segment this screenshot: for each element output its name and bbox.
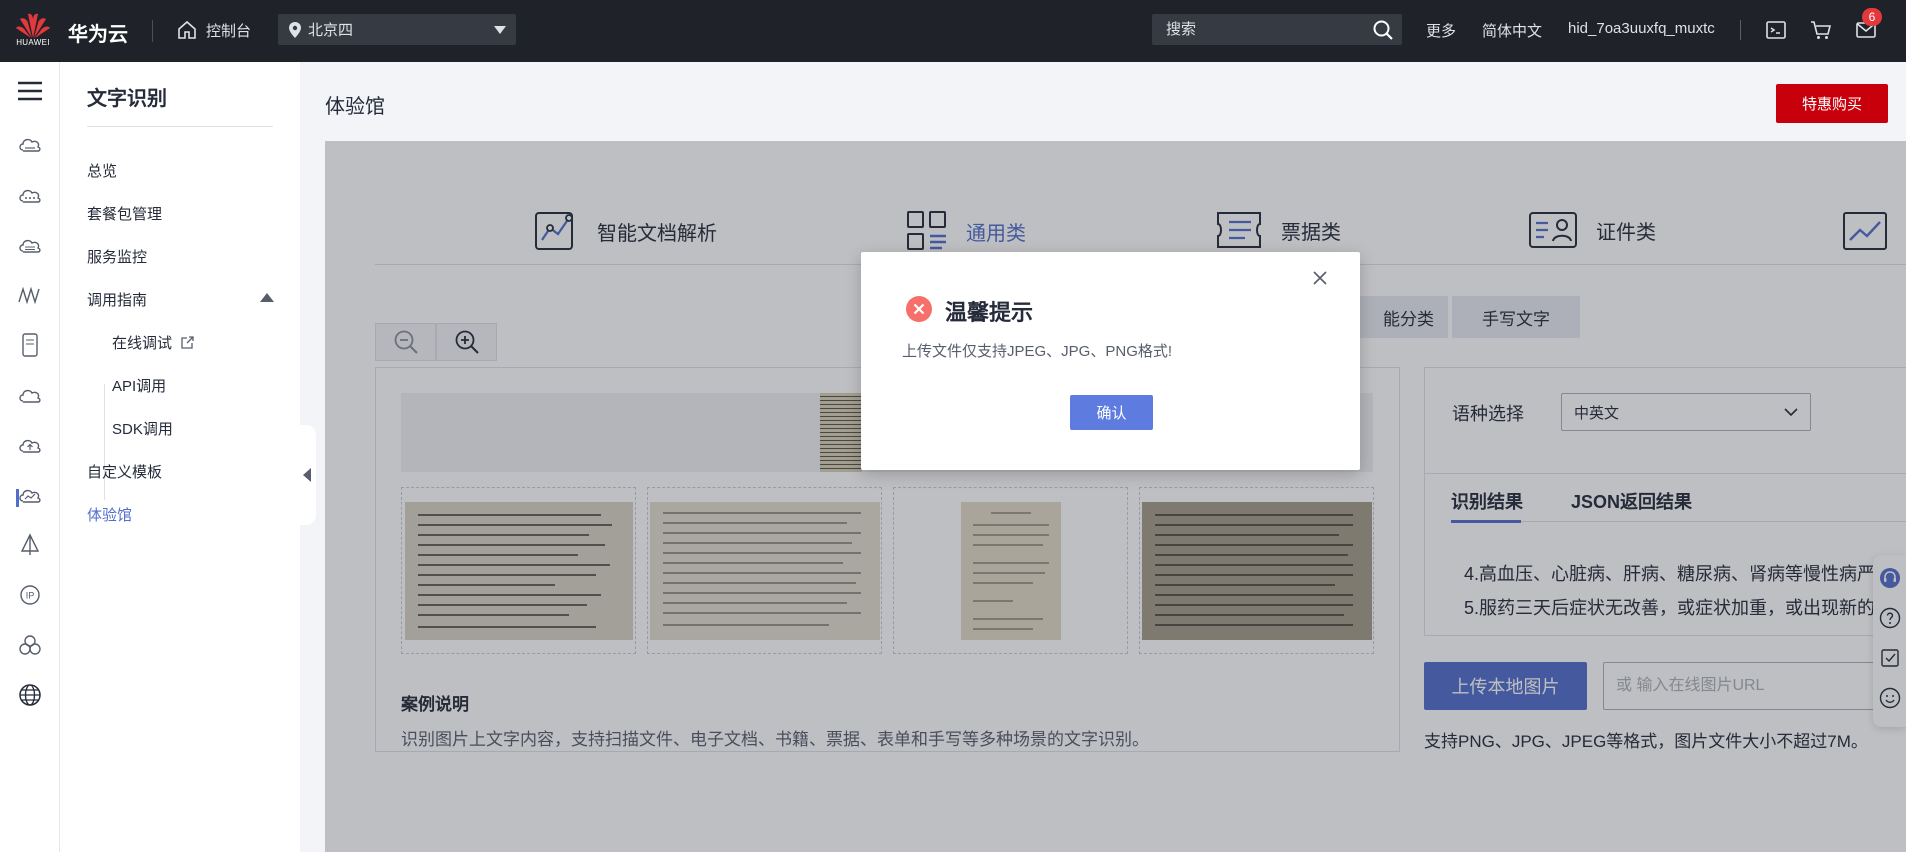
caret-left-icon [303,468,311,482]
container-icon[interactable] [15,330,45,360]
user-account[interactable]: hid_7oa3uuxfq_muxtc [1568,20,1715,37]
sidebar-item-label: 在线调试 [112,335,173,352]
service-rail: IP [0,62,60,852]
sidebar-item-service-monitor[interactable]: 服务监控 [87,246,147,267]
divider [152,20,153,42]
modal-overlay [325,141,1906,852]
global-search [1152,14,1402,45]
cloud-monitor-icon[interactable] [15,480,45,510]
cloud-server-icon[interactable] [15,130,45,160]
divider [1740,20,1741,40]
error-icon [905,295,933,323]
sidebar-item-custom-template[interactable]: 自定义模板 [87,461,162,482]
sidebar-item-sdk-call[interactable]: SDK调用 [112,418,173,439]
collapse-sidebar-button[interactable] [298,425,316,525]
sidebar-item-api-call[interactable]: API调用 [112,375,166,396]
warning-dialog [861,252,1360,470]
tree-icon[interactable] [15,530,45,560]
home-icon [176,19,198,41]
cloud-upload-icon[interactable] [15,430,45,460]
sidebar-item-online-debug[interactable]: 在线调试 [112,332,195,353]
region-selector[interactable]: 北京四 [278,14,516,45]
analytics-icon[interactable] [15,280,45,310]
location-pin-icon [288,21,302,39]
sidebar-item-overview[interactable]: 总览 [87,160,117,181]
caret-down-icon [494,25,506,34]
region-label: 北京四 [308,22,354,39]
divider [87,126,273,127]
cloud-service-icon[interactable] [15,180,45,210]
caret-up-icon [260,293,274,302]
top-bar: HUAWEI 华为云 控制台 北京四 更多 简体中文 hid_7oa3uuxfq… [0,0,1906,62]
active-indicator [16,489,19,507]
external-link-icon [180,335,195,350]
ip-icon[interactable]: IP [15,580,45,610]
console-label: 控制台 [206,22,252,40]
submenu-guide-line [104,384,105,500]
menu-icon[interactable] [15,76,45,106]
special-purchase-button[interactable]: 特惠购买 [1776,84,1888,123]
search-icon[interactable] [1372,19,1394,41]
service-title: 文字识别 [87,88,167,110]
globe-icon[interactable] [15,680,45,710]
sidebar-item-call-guide[interactable]: 调用指南 [87,289,282,310]
sidebar-item-package-management[interactable]: 套餐包管理 [87,203,162,224]
page-title: 体验馆 [325,96,385,118]
svg-text:IP: IP [26,591,35,601]
notification-badge: 6 [1862,8,1882,26]
database-icon[interactable] [15,230,45,260]
console-link[interactable]: 控制台 [176,19,251,41]
sidebar-item-experience-hall[interactable]: 体验馆 [87,504,132,525]
dialog-title: 温馨提示 [945,300,1034,325]
cart-icon[interactable] [1810,19,1832,41]
close-icon[interactable] [1310,268,1330,288]
dialog-message: 上传文件仅支持JPEG、JPG、PNG格式! [902,343,1173,360]
brand-name[interactable]: 华为云 [68,18,128,47]
sidebar-item-label: 调用指南 [87,292,148,309]
confirm-button[interactable]: 确认 [1070,395,1153,430]
service-sidebar: 文字识别 总览 套餐包管理 服务监控 调用指南 在线调试 API调用 SDK调用… [60,62,300,852]
search-input[interactable] [1152,14,1362,45]
language-switch[interactable]: 简体中文 [1482,20,1542,41]
terminal-icon[interactable] [1765,19,1787,41]
cloud-icon[interactable] [15,380,45,410]
cluster-icon[interactable] [15,630,45,660]
more-menu[interactable]: 更多 [1426,20,1456,41]
logo-text: HUAWEI [16,38,50,47]
